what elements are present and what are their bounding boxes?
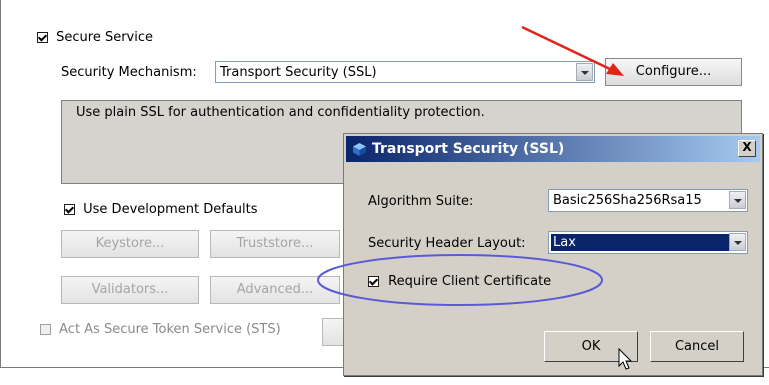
configure-button[interactable]: Configure... — [605, 58, 742, 86]
security-mechanism-label: Security Mechanism: — [61, 65, 197, 80]
algorithm-suite-label: Algorithm Suite: — [368, 194, 474, 209]
security-header-layout-select[interactable]: Lax — [548, 231, 748, 254]
ok-button[interactable]: OK — [544, 331, 638, 362]
secure-service-checkbox[interactable] — [37, 32, 48, 43]
advanced-button[interactable]: Advanced... — [210, 276, 340, 304]
security-header-layout-value: Lax — [553, 235, 576, 250]
selection-highlight — [551, 234, 729, 251]
description-text: Use plain SSL for authentication and con… — [76, 105, 485, 120]
dialog-titlebar[interactable]: Transport Security (SSL) X — [346, 136, 760, 162]
require-client-cert-label: Require Client Certificate — [388, 274, 552, 289]
dev-defaults-checkbox[interactable] — [64, 204, 75, 215]
security-mechanism-value: Transport Security (SSL) — [220, 65, 377, 80]
close-icon[interactable]: X — [738, 140, 756, 157]
secure-service-row[interactable]: Secure Service — [37, 30, 153, 45]
validators-button[interactable]: Validators... — [61, 276, 199, 304]
sts-row[interactable]: Act As Secure Token Service (STS) — [40, 322, 281, 337]
dev-defaults-label: Use Development Defaults — [83, 202, 258, 217]
chevron-down-icon[interactable] — [729, 191, 746, 209]
dialog-title: Transport Security (SSL) — [372, 141, 565, 157]
sts-label: Act As Secure Token Service (STS) — [59, 322, 281, 337]
secure-service-label: Secure Service — [56, 30, 154, 45]
require-client-cert-row[interactable]: Require Client Certificate — [368, 274, 551, 289]
security-header-layout-label: Security Header Layout: — [368, 236, 526, 251]
cancel-button[interactable]: Cancel — [650, 331, 744, 362]
sts-checkbox[interactable] — [40, 324, 51, 335]
algorithm-suite-value: Basic256Sha256Rsa15 — [553, 193, 702, 208]
transport-security-dialog: Transport Security (SSL) X Algorithm Sui… — [343, 133, 763, 376]
algorithm-suite-select[interactable]: Basic256Sha256Rsa15 — [548, 189, 748, 212]
chevron-down-icon[interactable] — [576, 63, 593, 81]
security-mechanism-select[interactable]: Transport Security (SSL) — [215, 61, 595, 83]
cube-icon — [353, 143, 366, 156]
chevron-down-icon[interactable] — [729, 233, 746, 251]
dev-defaults-row[interactable]: Use Development Defaults — [64, 202, 257, 217]
truststore-button[interactable]: Truststore... — [210, 230, 340, 258]
require-client-cert-checkbox[interactable] — [368, 276, 379, 287]
keystore-button[interactable]: Keystore... — [61, 230, 199, 258]
